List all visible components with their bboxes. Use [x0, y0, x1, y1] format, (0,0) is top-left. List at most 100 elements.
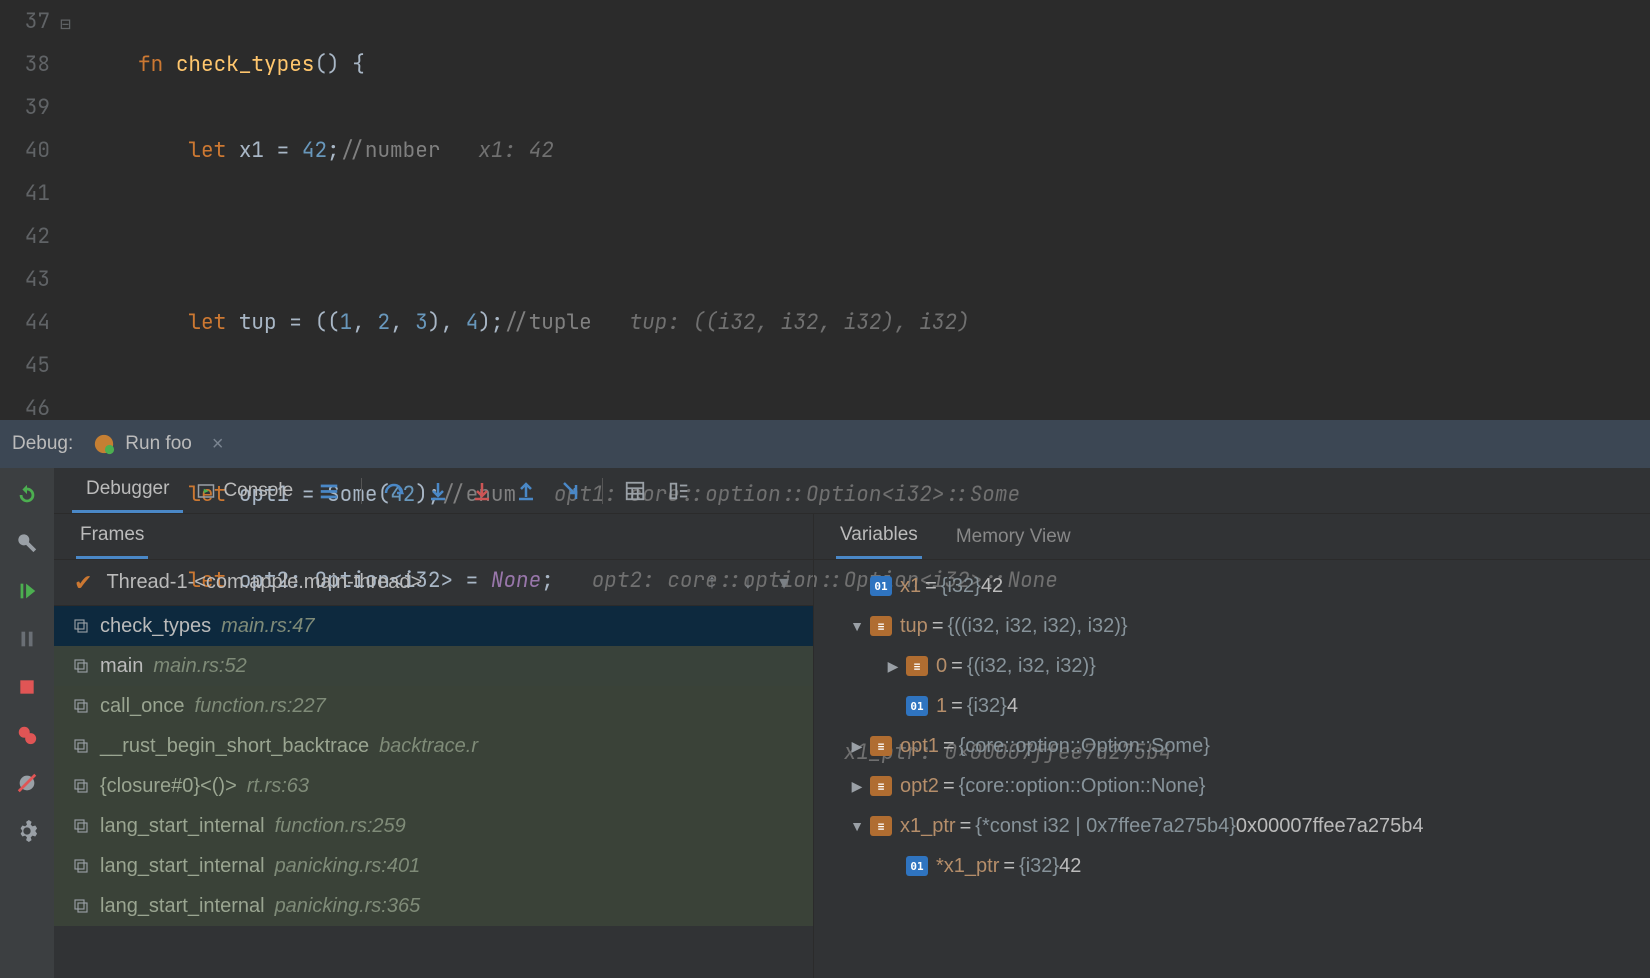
frame-icon — [72, 697, 90, 715]
frame-row[interactable]: check_types main.rs:47 — [54, 606, 813, 646]
variable-kind-icon: 01 — [906, 856, 928, 876]
prev-frame-icon[interactable]: ↑ — [707, 571, 717, 594]
variable-name: 1 — [936, 695, 947, 718]
memory-view-tab[interactable]: Memory View — [952, 514, 1075, 559]
inlay-hint: x1: 42 — [478, 137, 554, 164]
variable-list[interactable]: 01x1 = {i32} 42▼≡tup = {((i32, i32, i32)… — [814, 560, 1650, 978]
frame-icon — [72, 737, 90, 755]
variables-panel: Variables Memory View 01x1 = {i32} 42▼≡t… — [814, 514, 1650, 978]
frame-icon — [72, 897, 90, 915]
frame-icon — [72, 777, 90, 795]
variable-kind-icon: ≡ — [870, 816, 892, 836]
variable-kind-icon: ≡ — [870, 736, 892, 756]
variable-name: x1_ptr — [900, 815, 956, 838]
resume-icon[interactable] — [14, 578, 40, 604]
run-config-name: Run foo — [125, 433, 192, 455]
frame-location: function.rs:227 — [195, 695, 326, 718]
variable-row[interactable]: ▼≡x1_ptr = {*const i32 | 0x7ffee7a275b4}… — [818, 806, 1650, 846]
variable-row[interactable]: 011 = {i32} 4 — [818, 686, 1650, 726]
collapse-icon[interactable]: ▼ — [844, 618, 870, 634]
inlay-hint: tup: ((i32, i32, i32), i32) — [630, 309, 970, 336]
rust-icon — [93, 433, 115, 455]
variable-name: *x1_ptr — [936, 855, 999, 878]
expand-icon[interactable]: ▶ — [844, 738, 870, 755]
variable-kind-icon: 01 — [906, 696, 928, 716]
run-to-cursor-icon[interactable] — [548, 468, 592, 513]
threads-view-icon[interactable] — [307, 468, 351, 513]
stop-icon[interactable] — [14, 674, 40, 700]
variable-value: 42 — [1059, 855, 1081, 878]
collapse-icon[interactable]: ▼ — [844, 818, 870, 834]
expand-icon[interactable]: ▶ — [880, 658, 906, 675]
settings-icon[interactable] — [14, 818, 40, 844]
breakpoints-icon[interactable] — [14, 722, 40, 748]
trace-current-stream-chain-icon[interactable] — [657, 468, 701, 513]
run-config-tab[interactable]: Run foo × — [93, 433, 223, 456]
variables-tab[interactable]: Variables — [836, 514, 922, 559]
variable-type: {i32} — [967, 695, 1007, 718]
frame-icon — [72, 817, 90, 835]
variable-row[interactable]: ▶≡opt2 = {core::option::Option::None} — [818, 766, 1650, 806]
frame-function: lang_start_internal — [100, 855, 265, 878]
frame-row[interactable]: lang_start_internal panicking.rs:365 — [54, 886, 813, 926]
fold-handle-icon[interactable]: ⊟ — [60, 3, 71, 46]
debug-sidebar — [0, 468, 54, 978]
thread-name: Thread-1-<com.apple.main-thread> — [106, 571, 422, 594]
mute-breakpoints-icon[interactable] — [14, 770, 40, 796]
debug-toolbar: Debugger Console — [54, 468, 1650, 514]
variable-value: 4 — [1007, 695, 1018, 718]
variable-row[interactable]: 01*x1_ptr = {i32} 42 — [818, 846, 1650, 886]
check-icon: ✔ — [74, 570, 92, 596]
tab-console[interactable]: Console — [183, 468, 307, 513]
frame-location: panicking.rs:365 — [275, 895, 421, 918]
frame-icon — [72, 657, 90, 675]
frame-function: lang_start_internal — [100, 895, 265, 918]
frame-row[interactable]: lang_start_internal function.rs:259 — [54, 806, 813, 846]
frame-icon — [72, 617, 90, 635]
dropdown-icon[interactable]: ▾ — [779, 570, 789, 595]
variable-kind-icon: ≡ — [870, 776, 892, 796]
evaluate-expression-icon[interactable] — [613, 468, 657, 513]
frame-function: check_types — [100, 615, 211, 638]
variable-kind-icon: 01 — [870, 576, 892, 596]
expand-icon[interactable]: ▶ — [844, 778, 870, 795]
variable-type: {i32} — [941, 575, 981, 598]
wrench-icon[interactable] — [14, 530, 40, 556]
line-number-gutter: 37 38 39 40 41 42 43 44 45 46 — [0, 0, 60, 420]
frame-location: function.rs:259 — [275, 815, 406, 838]
variable-type: {i32} — [1019, 855, 1059, 878]
frames-tab[interactable]: Frames — [76, 514, 148, 559]
variable-row[interactable]: ▶≡0 = {(i32, i32, i32)} — [818, 646, 1650, 686]
frame-row[interactable]: {closure#0}<()> rt.rs:63 — [54, 766, 813, 806]
frame-icon — [72, 857, 90, 875]
fold-column[interactable]: ⊟ — [60, 0, 138, 420]
tab-debugger[interactable]: Debugger — [72, 468, 183, 513]
step-into-icon[interactable] — [416, 468, 460, 513]
next-frame-icon[interactable]: ↓ — [743, 571, 753, 594]
variable-name: tup — [900, 615, 928, 638]
code-area[interactable]: fn check_types() { let x1 = 42;//number … — [138, 0, 1650, 420]
frame-location: main.rs:52 — [153, 655, 246, 678]
step-over-icon[interactable] — [372, 468, 416, 513]
variable-type: {core::option::Option::None} — [959, 775, 1206, 798]
frame-row[interactable]: call_once function.rs:227 — [54, 686, 813, 726]
variable-row[interactable]: ▶≡opt1 = {core::option::Option::Some} — [818, 726, 1650, 766]
variable-row[interactable]: ▼≡tup = {((i32, i32, i32), i32)} — [818, 606, 1650, 646]
step-out-icon[interactable] — [504, 468, 548, 513]
code-editor[interactable]: 37 38 39 40 41 42 43 44 45 46 ⊟ fn check… — [0, 0, 1650, 420]
frame-row[interactable]: lang_start_internal panicking.rs:401 — [54, 846, 813, 886]
variable-type: {(i32, i32, i32)} — [967, 655, 1096, 678]
variable-row[interactable]: 01x1 = {i32} 42 — [818, 566, 1650, 606]
rerun-icon[interactable] — [14, 482, 40, 508]
variable-name: opt1 — [900, 735, 939, 758]
close-icon[interactable]: × — [212, 433, 224, 456]
frame-location: backtrace.r — [379, 735, 478, 758]
force-step-into-icon[interactable] — [460, 468, 504, 513]
pause-icon[interactable] — [14, 626, 40, 652]
frame-list[interactable]: check_types main.rs:47 main main.rs:52 c… — [54, 606, 813, 978]
variable-name: 0 — [936, 655, 947, 678]
thread-selector[interactable]: ✔ Thread-1-<com.apple.main-thread> ↑ ↓ ▾ — [54, 560, 813, 606]
frame-row[interactable]: main main.rs:52 — [54, 646, 813, 686]
frames-panel: Frames ✔ Thread-1-<com.apple.main-thread… — [54, 514, 814, 978]
frame-row[interactable]: __rust_begin_short_backtrace backtrace.r — [54, 726, 813, 766]
